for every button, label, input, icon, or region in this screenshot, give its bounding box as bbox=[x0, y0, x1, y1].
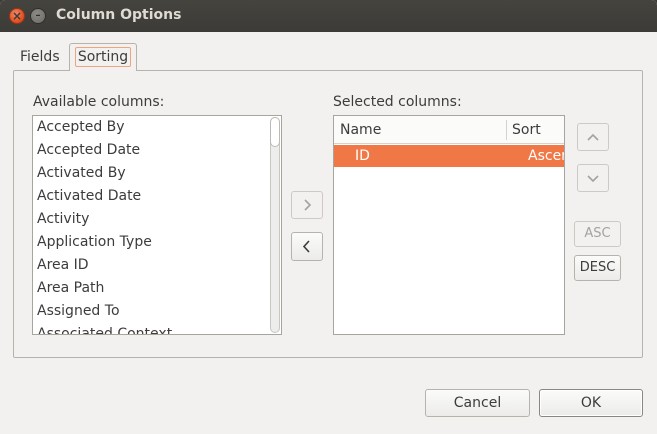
cancel-button[interactable]: Cancel bbox=[425, 389, 530, 417]
list-item[interactable]: Accepted Date bbox=[33, 139, 281, 162]
available-columns-items: Accepted By Accepted Date Activated By Acti… bbox=[33, 116, 281, 334]
available-columns-scrollbar[interactable] bbox=[270, 117, 280, 333]
chevron-down-icon bbox=[578, 165, 608, 191]
available-columns-list[interactable]: Accepted By Accepted Date Activated By Acti… bbox=[32, 115, 282, 335]
desc-button[interactable]: DESC bbox=[574, 255, 621, 281]
table-header: Name Sort bbox=[334, 116, 564, 144]
selected-columns-label: Selected columns: bbox=[333, 94, 462, 110]
scrollbar-thumb[interactable] bbox=[270, 117, 280, 147]
list-item[interactable]: Activated By bbox=[33, 162, 281, 185]
chevron-right-icon bbox=[292, 192, 322, 218]
title-bar: × – Column Options bbox=[0, 0, 657, 32]
list-item[interactable]: Activity bbox=[33, 208, 281, 231]
chevron-left-icon bbox=[292, 233, 322, 260]
tab-sorting[interactable]: Sorting bbox=[69, 43, 137, 71]
scrollbar-track[interactable] bbox=[270, 117, 280, 333]
list-item[interactable]: Application Type bbox=[33, 231, 281, 254]
close-button[interactable]: × bbox=[9, 8, 25, 24]
available-columns-label: Available columns: bbox=[33, 94, 165, 110]
list-item[interactable]: Area Path bbox=[33, 277, 281, 300]
column-options-dialog: × – Column Options Fields Sorting Availa… bbox=[0, 0, 657, 434]
table-row[interactable]: ID Ascending bbox=[334, 145, 564, 167]
asc-button[interactable]: ASC bbox=[574, 221, 621, 247]
ok-button[interactable]: OK bbox=[539, 389, 643, 417]
row-sort: Ascending bbox=[528, 148, 564, 164]
row-name: ID bbox=[355, 148, 370, 164]
move-up-button[interactable] bbox=[577, 123, 609, 151]
list-item[interactable]: Area ID bbox=[33, 254, 281, 277]
list-item[interactable]: Activated Date bbox=[33, 185, 281, 208]
list-item[interactable]: Accepted By bbox=[33, 116, 281, 139]
chevron-up-icon bbox=[578, 124, 608, 150]
list-item[interactable]: Associated Context bbox=[33, 323, 281, 334]
column-header-sort[interactable]: Sort bbox=[512, 116, 541, 144]
tab-sorting-label: Sorting bbox=[75, 47, 131, 67]
list-item[interactable]: Assigned To bbox=[33, 300, 281, 323]
move-down-button[interactable] bbox=[577, 164, 609, 192]
column-header-name[interactable]: Name bbox=[340, 116, 381, 144]
window-title: Column Options bbox=[56, 7, 182, 23]
header-divider bbox=[506, 120, 507, 140]
remove-column-button[interactable] bbox=[291, 232, 323, 261]
close-icon: × bbox=[11, 9, 23, 23]
tab-fields[interactable]: Fields bbox=[20, 46, 60, 72]
add-column-button[interactable] bbox=[291, 191, 323, 219]
minimize-icon: – bbox=[35, 10, 41, 21]
selected-columns-table[interactable]: Name Sort ID Ascending bbox=[333, 115, 565, 335]
minimize-button[interactable]: – bbox=[30, 8, 46, 24]
